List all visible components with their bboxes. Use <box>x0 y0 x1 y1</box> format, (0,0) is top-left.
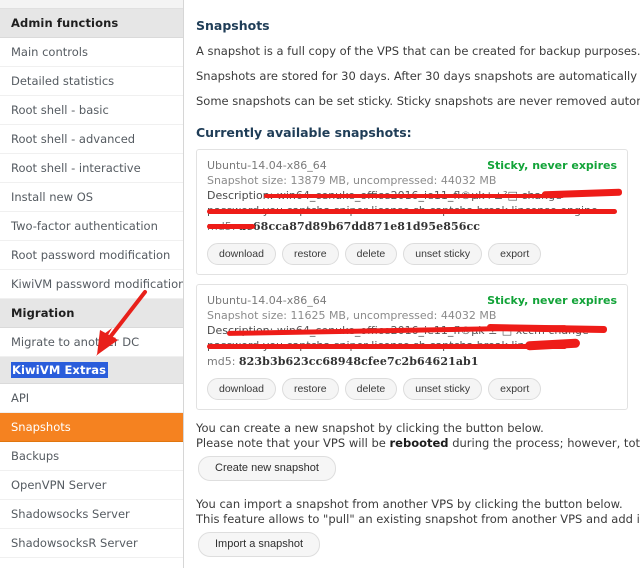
snapshot-action-buttons: download restore delete unset sticky exp… <box>207 378 617 400</box>
sidebar-item-kiwivm-password-modification[interactable]: KiwiVM password modification <box>0 270 183 299</box>
import-snapshot-line-1: You can import a snapshot from another V… <box>196 497 623 511</box>
create-snapshot-line-2-after: during the process; however, total downt… <box>452 436 640 450</box>
section-title-available-snapshots: Currently available snapshots: <box>196 125 412 140</box>
create-snapshot-line-1: You can create a new snapshot by clickin… <box>196 421 544 435</box>
snapshot-restore-button[interactable]: restore <box>281 378 339 400</box>
sidebar-group-header-kiwivm-extras: KiwiVM Extras <box>0 357 183 384</box>
page-title: Snapshots <box>196 18 270 33</box>
snapshot-export-button[interactable]: export <box>488 243 542 265</box>
create-new-snapshot-button[interactable]: Create new snapshot <box>198 456 336 481</box>
snapshot-sticky-badge: Sticky, never expires <box>487 159 617 172</box>
snapshot-md5-line: md5: ac68cca87d89b67dd871e81d95e856cc <box>207 219 617 235</box>
sidebar-item-main-controls[interactable]: Main controls <box>0 38 183 67</box>
create-snapshot-block: You can create a new snapshot by clickin… <box>196 421 640 481</box>
snapshot-download-button[interactable]: download <box>207 243 276 265</box>
sidebar-item-shadowsocks-server[interactable]: Shadowsocks Server <box>0 500 183 529</box>
sidebar-item-install-new-os[interactable]: Install new OS <box>0 183 183 212</box>
snapshot-size-line: Snapshot size: 11625 MB, uncompressed: 4… <box>207 309 497 322</box>
snapshot-unset-sticky-button[interactable]: unset sticky <box>403 243 483 265</box>
sidebar-item-snapshots[interactable]: Snapshots <box>0 413 183 442</box>
sidebar-group-header-admin-functions: Admin functions <box>0 9 183 38</box>
snapshot-description: Description: win64_cenuke_office2016_ie1… <box>207 323 617 353</box>
snapshot-header-row: Ubuntu-14.04-x86_64 Sticky, never expire… <box>207 293 617 308</box>
sidebar-top-strip <box>0 0 183 9</box>
sidebar-group-header-kiwivm-extras-selected-text: KiwiVM Extras <box>11 362 109 378</box>
import-snapshot-line-2: This feature allows to "pull" an existin… <box>196 512 640 526</box>
snapshot-export-button[interactable]: export <box>488 378 542 400</box>
sidebar-item-migrate-to-another-dc[interactable]: Migrate to another DC <box>0 328 183 357</box>
sidebar-group-header-migration: Migration <box>0 299 183 328</box>
snapshot-action-buttons: download restore delete unset sticky exp… <box>207 243 617 265</box>
import-snapshot-button[interactable]: Import a snapshot <box>198 532 321 557</box>
create-snapshot-line-2-before: Please note that your VPS will be <box>196 436 390 450</box>
snapshot-os-label: Ubuntu-14.04-x86_64 <box>207 294 327 307</box>
import-snapshot-block: You can import a snapshot from another V… <box>196 497 640 557</box>
snapshot-delete-button[interactable]: delete <box>344 243 398 265</box>
snapshot-description-label: Description: <box>207 324 274 337</box>
snapshot-card: Ubuntu-14.04-x86_64 Sticky, never expire… <box>196 284 628 410</box>
create-snapshot-line-2: Please note that your VPS will be reboot… <box>196 436 640 451</box>
snapshot-download-button[interactable]: download <box>207 378 276 400</box>
sidebar-item-detailed-statistics[interactable]: Detailed statistics <box>0 67 183 96</box>
sidebar-item-two-factor-authentication[interactable]: Two-factor authentication <box>0 212 183 241</box>
snapshot-os-label: Ubuntu-14.04-x86_64 <box>207 159 327 172</box>
snapshot-header-row: Ubuntu-14.04-x86_64 Sticky, never expire… <box>207 158 617 173</box>
snapshot-description-label: Description: <box>207 189 274 202</box>
create-snapshot-reboot-emphasis: rebooted <box>389 436 449 450</box>
snapshot-restore-button[interactable]: restore <box>281 243 339 265</box>
intro-line-1: A snapshot is a full copy of the VPS tha… <box>196 44 640 58</box>
snapshot-card: Ubuntu-14.04-x86_64 Sticky, never expire… <box>196 149 628 275</box>
sidebar-item-root-shell-basic[interactable]: Root shell - basic <box>0 96 183 125</box>
page-root: Admin functions Main controls Detailed s… <box>0 0 640 568</box>
snapshot-md5-line: md5: 823b3b623cc68948cfee7c2b64621ab1 <box>207 354 617 370</box>
intro-line-2: Snapshots are stored for 30 days. After … <box>196 69 640 83</box>
sidebar-item-backups[interactable]: Backups <box>0 442 183 471</box>
snapshot-md5-label: md5: <box>207 355 236 368</box>
sidebar-item-shadowsocksr-server[interactable]: ShadowsocksR Server <box>0 529 183 558</box>
sidebar-item-root-password-modification[interactable]: Root password modification <box>0 241 183 270</box>
snapshot-unset-sticky-button[interactable]: unset sticky <box>403 378 483 400</box>
snapshot-md5-value: ac68cca87d89b67dd871e81d95e856cc <box>238 220 481 233</box>
sidebar-item-openvpn-server[interactable]: OpenVPN Server <box>0 471 183 500</box>
snapshot-md5-label: md5: <box>207 220 236 233</box>
snapshot-sticky-badge: Sticky, never expires <box>487 294 617 307</box>
sidebar-item-root-shell-advanced[interactable]: Root shell - advanced <box>0 125 183 154</box>
sidebar: Admin functions Main controls Detailed s… <box>0 0 184 568</box>
main-content: Snapshots A snapshot is a full copy of t… <box>184 0 640 568</box>
snapshot-description: Description: win64_cenuke_office2016_ie1… <box>207 188 623 229</box>
intro-line-3: Some snapshots can be set sticky. Sticky… <box>196 94 640 108</box>
sidebar-item-api[interactable]: API <box>0 384 183 413</box>
snapshot-md5-value: 823b3b623cc68948cfee7c2b64621ab1 <box>238 355 479 368</box>
snapshot-size-line: Snapshot size: 13879 MB, uncompressed: 4… <box>207 174 497 187</box>
snapshot-delete-button[interactable]: delete <box>344 378 398 400</box>
sidebar-item-root-shell-interactive[interactable]: Root shell - interactive <box>0 154 183 183</box>
